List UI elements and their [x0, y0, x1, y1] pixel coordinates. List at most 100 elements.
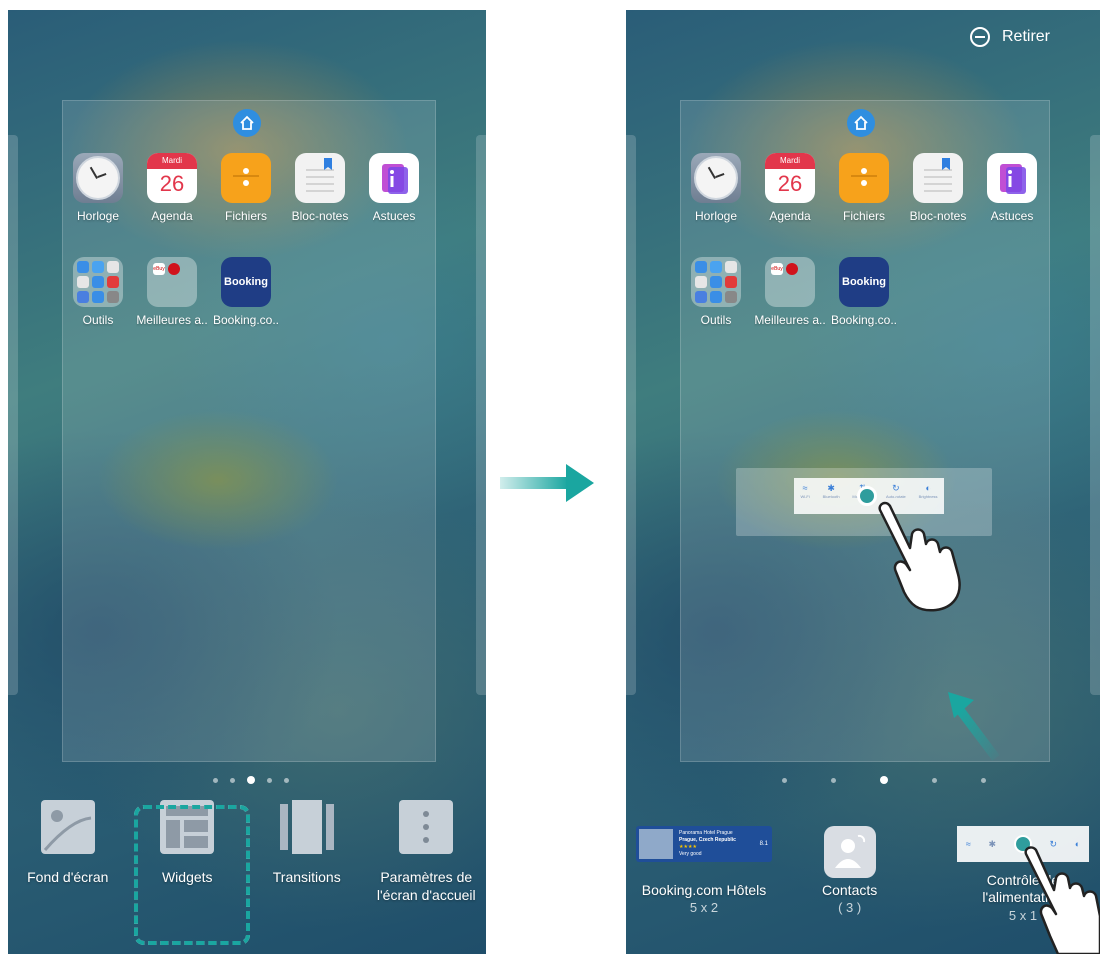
- wallpaper-button[interactable]: Fond d'écran: [13, 800, 123, 904]
- thumb-title: Panorama Hotel Prague: [679, 830, 733, 836]
- app-agenda[interactable]: Mardi 26 Agenda: [135, 153, 209, 223]
- app-horloge[interactable]: Horloge: [679, 153, 753, 223]
- previous-page-edge[interactable]: [8, 135, 18, 695]
- hand-pointer-icon: [878, 501, 961, 612]
- transitions-icon: [279, 800, 334, 854]
- folder-meilleures-applis[interactable]: eBuy Meilleures a..: [753, 257, 827, 327]
- hand-pointer-icon: [1024, 846, 1100, 954]
- transitions-button[interactable]: Transitions: [252, 800, 362, 904]
- calendar-date: 26: [777, 171, 803, 196]
- app-label: Horloge: [694, 209, 738, 223]
- folder-meilleures-applis[interactable]: eBuy Meilleures a..: [135, 257, 209, 327]
- page-dot-active[interactable]: [880, 776, 888, 784]
- minus-circle-icon: [969, 27, 990, 47]
- app-row-1: Horloge Mardi 26 Agenda Fichiers Bloc-no…: [679, 153, 1049, 223]
- bluetooth-switch[interactable]: ✱ Bluetooth: [823, 482, 840, 499]
- wifi-icon: ≈: [802, 483, 808, 493]
- clock-icon: [691, 153, 741, 203]
- app-fichiers[interactable]: Fichiers: [827, 153, 901, 223]
- ebuy-icon: eBuy: [153, 263, 165, 275]
- contacts-icon: [823, 826, 876, 878]
- remove-button[interactable]: Retirer: [969, 27, 1050, 47]
- calendar-day: Mardi: [147, 153, 197, 169]
- calendar-icon: Mardi 26: [765, 153, 815, 203]
- next-page-edge[interactable]: [476, 135, 486, 695]
- menu-label: Paramètres de l'écran d'accueil: [376, 869, 476, 903]
- app-label: Astuces: [990, 209, 1034, 223]
- app-label: Outils: [700, 313, 732, 327]
- app-label: Astuces: [372, 209, 416, 223]
- widget-label: Booking.com Hôtels: [641, 882, 767, 898]
- calendar-date: 26: [159, 171, 185, 196]
- drag-up-arrow-icon: [948, 692, 1000, 761]
- app-row-1: Horloge Mardi 26 Agenda Fichiers Bloc-no…: [61, 153, 431, 223]
- page-dot[interactable]: [284, 777, 289, 783]
- page-dot[interactable]: [932, 777, 937, 783]
- app-astuces[interactable]: Astuces: [357, 153, 431, 223]
- page-dot[interactable]: [831, 777, 836, 783]
- widget-size: 5 x 2: [689, 900, 719, 915]
- page-dot[interactable]: [981, 777, 986, 783]
- app-label: Bloc-notes: [909, 209, 967, 223]
- app-booking[interactable]: Booking Booking.co..: [209, 257, 283, 327]
- switch-label: Wi-Fi: [800, 494, 810, 499]
- widget-contacts[interactable]: Contacts ( 3 ): [822, 826, 877, 915]
- wifi-switch[interactable]: ≈ Wi-Fi: [800, 482, 809, 499]
- app-label: Booking.co..: [212, 313, 280, 327]
- rotate-icon: ↻: [892, 483, 900, 493]
- home-icon[interactable]: [233, 109, 261, 137]
- page-indicator: [207, 776, 295, 784]
- app-bloc-notes[interactable]: Bloc-notes: [283, 153, 357, 223]
- app-label: Bloc-notes: [291, 209, 349, 223]
- widget-size: ( 3 ): [838, 900, 862, 915]
- switch-label: Bluetooth: [822, 494, 840, 499]
- previous-page-edge[interactable]: [626, 135, 636, 695]
- app-bloc-notes[interactable]: Bloc-notes: [901, 153, 975, 223]
- bluetooth-icon: ✱: [827, 483, 835, 493]
- app-label: Agenda: [151, 209, 193, 223]
- app-label: Meilleures a..: [136, 313, 208, 327]
- app-label: Fichiers: [842, 209, 885, 223]
- tips-icon: [987, 153, 1037, 203]
- booking-icon: Booking: [839, 257, 889, 307]
- menu-label: Transitions: [272, 869, 341, 885]
- page-dot[interactable]: [267, 777, 272, 783]
- home-icon[interactable]: [847, 109, 875, 137]
- booking-icon: Booking: [221, 257, 271, 307]
- auto-rotate-switch[interactable]: ↻ Auto-rotate: [886, 482, 906, 499]
- clock-icon: [73, 153, 123, 203]
- app-label: Fichiers: [224, 209, 267, 223]
- app-fichiers[interactable]: Fichiers: [209, 153, 283, 223]
- remove-label: Retirer: [1001, 28, 1050, 45]
- bluetooth-icon: ✱: [988, 838, 997, 849]
- brightness-switch[interactable]: ◐ Brightness: [919, 482, 938, 499]
- app-agenda[interactable]: Mardi 26 Agenda: [753, 153, 827, 223]
- wifi-icon: ≈: [965, 839, 971, 849]
- folder-outils[interactable]: Outils: [61, 257, 135, 327]
- switch-label: Brightness: [918, 494, 938, 499]
- thumb-score: 8.1: [759, 841, 768, 847]
- page-dot-active[interactable]: [247, 776, 255, 784]
- best-apps-folder-icon: eBuy: [765, 257, 815, 307]
- booking-widget-preview: Panorama Hotel Prague Prague, Czech Repu…: [636, 826, 772, 862]
- page-dot[interactable]: [213, 777, 218, 783]
- files-icon: [221, 153, 271, 203]
- home-settings-button[interactable]: Paramètres de l'écran d'accueil: [371, 800, 481, 904]
- page-dot[interactable]: [230, 777, 235, 783]
- folder-outils[interactable]: Outils: [679, 257, 753, 327]
- app-horloge[interactable]: Horloge: [61, 153, 135, 223]
- notes-icon: [913, 153, 963, 203]
- app-label: Horloge: [76, 209, 120, 223]
- app-label: Outils: [82, 313, 114, 327]
- app-astuces[interactable]: Astuces: [975, 153, 1049, 223]
- app-booking[interactable]: Booking Booking.co..: [827, 257, 901, 327]
- widget-booking-hotels[interactable]: Panorama Hotel Prague Prague, Czech Repu…: [636, 826, 772, 915]
- page-dot[interactable]: [782, 777, 787, 783]
- tips-icon: [369, 153, 419, 203]
- home-screen-add-widget: Retirer Horloge Mardi 26 Agenda Fichiers: [626, 10, 1100, 954]
- widgets-highlight: [134, 805, 250, 945]
- thumb-rating: Very good: [679, 851, 702, 857]
- files-icon: [839, 153, 889, 203]
- next-page-edge[interactable]: [1090, 135, 1100, 695]
- page-indicator: [760, 776, 1008, 784]
